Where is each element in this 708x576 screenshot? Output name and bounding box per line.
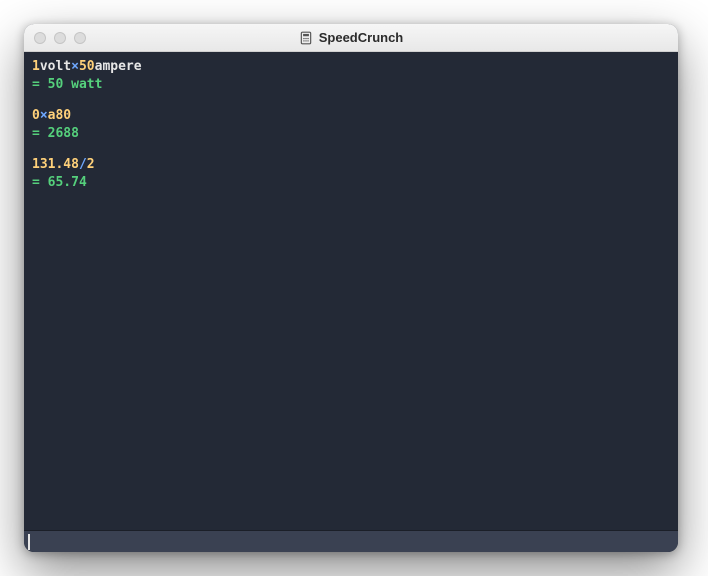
token-num: 131.48 xyxy=(32,157,79,172)
expression: 131.48/2 xyxy=(32,156,670,174)
token-op: / xyxy=(79,157,87,172)
text-cursor xyxy=(28,534,30,550)
result: = 50 watt xyxy=(32,76,670,94)
history-panel: 1volt×50ampere= 50 watt0×a80= 2688131.48… xyxy=(24,52,678,530)
result-value: = 65.74 xyxy=(32,175,87,190)
history-entry[interactable]: 131.48/2= 65.74 xyxy=(32,156,670,191)
token-unit: volt xyxy=(40,59,71,74)
token-num: 2 xyxy=(87,157,95,172)
result: = 65.74 xyxy=(32,174,670,192)
history-entry[interactable]: 0×a80= 2688 xyxy=(32,107,670,142)
minimize-button[interactable] xyxy=(54,32,66,44)
token-num: 1 xyxy=(32,59,40,74)
history-entry[interactable]: 1volt×50ampere= 50 watt xyxy=(32,58,670,93)
calculator-icon xyxy=(299,31,313,45)
expression: 1volt×50ampere xyxy=(32,58,670,76)
result-value: = 50 watt xyxy=(32,77,102,92)
token-num: a80 xyxy=(48,108,71,123)
close-button[interactable] xyxy=(34,32,46,44)
window-controls xyxy=(34,32,86,44)
app-window: SpeedCrunch 1volt×50ampere= 50 watt0×a80… xyxy=(24,24,678,552)
token-unit: ampere xyxy=(95,59,142,74)
result-value: = 2688 xyxy=(32,126,79,141)
expression: 0×a80 xyxy=(32,107,670,125)
window-title: SpeedCrunch xyxy=(319,30,404,45)
token-op: × xyxy=(71,59,79,74)
title-center: SpeedCrunch xyxy=(24,30,678,45)
token-op: × xyxy=(40,108,48,123)
zoom-button[interactable] xyxy=(74,32,86,44)
token-num: 50 xyxy=(79,59,95,74)
input-field[interactable] xyxy=(24,530,678,552)
result: = 2688 xyxy=(32,125,670,143)
token-num: 0 xyxy=(32,108,40,123)
titlebar: SpeedCrunch xyxy=(24,24,678,52)
